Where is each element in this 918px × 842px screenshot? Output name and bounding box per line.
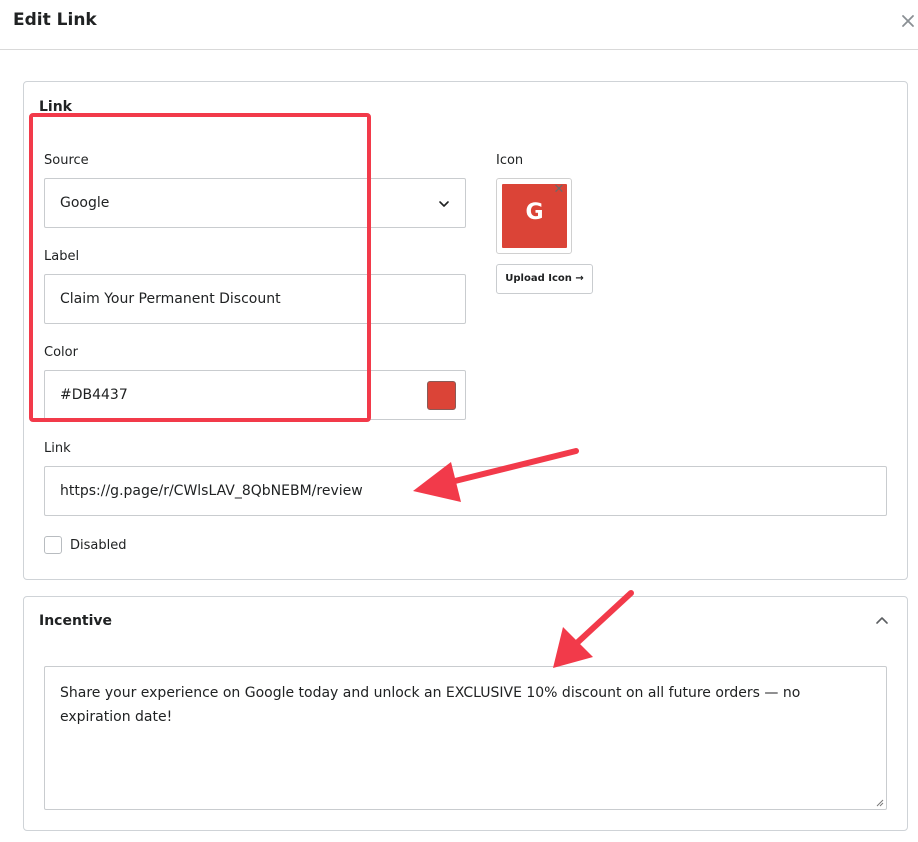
icon-label: Icon <box>496 153 524 168</box>
icon-letter: G <box>525 200 544 225</box>
dialog-title: Edit Link <box>13 10 97 30</box>
label-input[interactable]: Claim Your Permanent Discount <box>44 274 466 324</box>
color-input[interactable]: #DB4437 <box>44 370 466 420</box>
icon-preview: G ✕ <box>496 178 572 254</box>
chevron-down-icon <box>439 201 449 207</box>
close-icon[interactable] <box>898 10 918 30</box>
label-input-value: Claim Your Permanent Discount <box>60 291 281 307</box>
color-input-value: #DB4437 <box>60 387 128 403</box>
source-value: Google <box>60 195 110 211</box>
incentive-section-title: Incentive <box>39 613 113 629</box>
color-label: Color <box>44 345 78 360</box>
disabled-label[interactable]: Disabled <box>70 538 126 553</box>
chevron-up-icon[interactable] <box>874 613 890 629</box>
link-input[interactable]: https://g.page/r/CWlsLAV_8QbNEBM/review <box>44 466 887 516</box>
upload-icon-button[interactable]: Upload Icon → <box>496 264 593 294</box>
link-input-value: https://g.page/r/CWlsLAV_8QbNEBM/review <box>60 483 363 499</box>
link-field-label: Link <box>44 441 71 456</box>
label-field-label: Label <box>44 249 80 264</box>
incentive-textarea[interactable]: Share your experience on Google today an… <box>44 666 887 810</box>
link-section-title: Link <box>39 99 72 115</box>
resize-grip-icon[interactable] <box>876 799 884 807</box>
color-swatch[interactable] <box>427 381 456 410</box>
incentive-text: Share your experience on Google today an… <box>60 685 801 725</box>
source-select[interactable]: Google <box>44 178 466 228</box>
disabled-checkbox[interactable] <box>44 536 62 554</box>
source-label: Source <box>44 153 89 168</box>
dialog-header: Edit Link <box>0 0 918 50</box>
remove-icon-button[interactable]: ✕ <box>551 182 567 198</box>
